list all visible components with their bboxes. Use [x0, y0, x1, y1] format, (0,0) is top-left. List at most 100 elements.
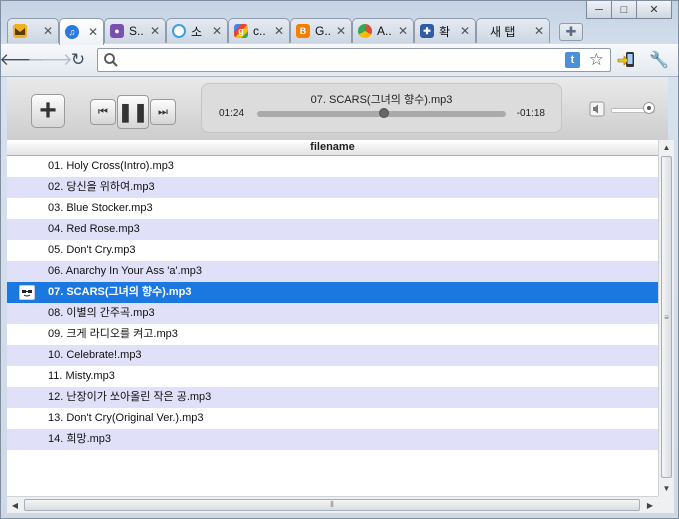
playlist-row[interactable]: 02. 당신을 위하여.mp3: [7, 177, 658, 198]
next-track-icon: ⏭: [158, 105, 168, 118]
close-tab-icon[interactable]: ✕: [43, 24, 53, 38]
filename-text: 10. Celebrate!.mp3: [48, 349, 142, 361]
player-controls: + ⏮ ❚❚ ⏭ 07. SCARS(그녀의 향수).mp3 01:24 -01…: [7, 77, 668, 141]
reload-button[interactable]: ↻: [67, 49, 89, 71]
close-tab-icon[interactable]: ✕: [150, 24, 160, 38]
playlist-row[interactable]: 07. SCARS(그녀의 향수).mp3: [7, 282, 658, 303]
tab-so[interactable]: 소 ✕: [166, 18, 228, 43]
next-button[interactable]: ⏭: [150, 99, 176, 125]
tab-strip: ✕ ♫ ✕ ● S.. ✕ 소 ✕ g c.. ✕ B G.. ✕ A.. ✕ …: [7, 18, 672, 45]
now-playing-icon: [19, 285, 35, 300]
vertical-scrollbar[interactable]: ▲ ≡ ▼: [658, 140, 674, 496]
playlist-row[interactable]: 11. Misty.mp3: [7, 366, 658, 387]
remaining-time: -01:18: [516, 108, 545, 119]
scroll-left-arrow-icon[interactable]: ◀: [7, 497, 23, 513]
horizontal-scroll-thumb[interactable]: ⦀: [24, 499, 640, 511]
seek-bar[interactable]: [257, 108, 506, 118]
seek-knob[interactable]: [378, 108, 389, 118]
pause-icon: ❚❚: [117, 101, 149, 122]
now-playing-title: 07. SCARS(그녀의 향수).mp3: [310, 94, 453, 106]
add-files-button[interactable]: +: [31, 94, 65, 128]
new-tab-button[interactable]: ✚: [559, 23, 583, 41]
forward-arrow-icon: 🡒: [27, 50, 73, 69]
t-extension-icon[interactable]: t: [565, 52, 580, 68]
close-window-button[interactable]: ✕: [636, 1, 672, 19]
address-bar[interactable]: t ☆: [97, 48, 611, 72]
filename-text: 08. 이별의 간주곡.mp3: [48, 307, 155, 319]
address-input[interactable]: [122, 52, 566, 70]
mail-bird-icon: [13, 24, 27, 38]
close-tab-icon[interactable]: ✕: [534, 24, 544, 38]
close-tab-icon[interactable]: ✕: [336, 24, 346, 38]
bookmark-star-icon[interactable]: ☆: [589, 50, 604, 70]
circle-logo-icon: [172, 24, 186, 38]
browser-window: ─ □ ✕ ✕ ♫ ✕ ● S.. ✕ 소 ✕ g c.. ✕ B G.. ✕ …: [0, 0, 679, 519]
tab-new-tab[interactable]: 새 탭 ✕: [476, 18, 550, 43]
playlist-row[interactable]: 09. 크게 라디오를 켜고.mp3: [7, 324, 658, 345]
filename-text: 05. Don't Cry.mp3: [48, 244, 136, 256]
chat-bubble-icon: ●: [110, 24, 124, 38]
tab-g[interactable]: B G.. ✕: [290, 18, 352, 43]
search-icon: [104, 53, 118, 67]
tab-mail[interactable]: ✕: [7, 18, 59, 43]
filename-text: 11. Misty.mp3: [48, 370, 115, 382]
tab-s[interactable]: ● S.. ✕: [104, 18, 166, 43]
previous-track-icon: ⏮: [98, 105, 108, 118]
playlist-rows: 01. Holy Cross(Intro).mp3 02. 당신을 위하여.mp3…: [7, 156, 658, 450]
scroll-up-arrow-icon[interactable]: ▲: [659, 140, 674, 155]
close-tab-icon[interactable]: ✕: [274, 24, 284, 38]
forward-button[interactable]: 🡒: [27, 49, 73, 71]
itunes-note-icon: ♫: [65, 25, 79, 39]
filename-text: 06. Anarchy In Your Ass 'a'.mp3: [48, 265, 203, 277]
filename-text: 03. Blue Stocker.mp3: [48, 202, 153, 214]
scroll-right-arrow-icon[interactable]: ▶: [642, 497, 658, 513]
horizontal-scrollbar[interactable]: ◀ ⦀ ▶: [7, 496, 658, 513]
close-tab-icon[interactable]: ✕: [212, 24, 222, 38]
puzzle-extension-icon: ✚: [420, 24, 434, 38]
playlist-row[interactable]: 04. Red Rose.mp3: [7, 219, 658, 240]
pause-button[interactable]: ❚❚: [117, 95, 149, 129]
playlist-row[interactable]: 06. Anarchy In Your Ass 'a'.mp3: [7, 261, 658, 282]
volume-knob[interactable]: [643, 102, 655, 114]
playlist-row[interactable]: 01. Holy Cross(Intro).mp3: [7, 156, 658, 177]
vertical-scroll-thumb[interactable]: ≡: [661, 156, 672, 478]
scroll-down-arrow-icon[interactable]: ▼: [659, 481, 674, 496]
maximize-button[interactable]: □: [611, 1, 637, 19]
close-tab-icon[interactable]: ✕: [398, 24, 408, 38]
playlist-row[interactable]: 10. Celebrate!.mp3: [7, 345, 658, 366]
tab-player[interactable]: ♫ ✕: [59, 18, 104, 45]
plus-icon: +: [39, 94, 57, 127]
filename-text: 14. 희망.mp3: [48, 433, 112, 445]
playlist-row[interactable]: 03. Blue Stocker.mp3: [7, 198, 658, 219]
playlist-row[interactable]: 08. 이별의 간주곡.mp3: [7, 303, 658, 324]
filename-text: 01. Holy Cross(Intro).mp3: [48, 160, 174, 172]
playlist-row[interactable]: 12. 난장이가 쏘아올린 작은 공.mp3: [7, 387, 658, 408]
playlist-row[interactable]: 13. Don't Cry(Original Ver.).mp3: [7, 408, 658, 429]
playlist-row[interactable]: 14. 희망.mp3: [7, 429, 658, 450]
tab-c[interactable]: g c.. ✕: [228, 18, 290, 43]
playlist-row[interactable]: 05. Don't Cry.mp3: [7, 240, 658, 261]
minimize-button[interactable]: ─: [586, 1, 612, 19]
close-tab-icon[interactable]: ✕: [460, 24, 470, 38]
tab-title: 새 탭: [490, 24, 516, 39]
speaker-icon[interactable]: [589, 101, 605, 117]
tab-title: 소: [191, 24, 203, 39]
browser-toolbar: 🡐 🡒 ↻ t ☆ 🔧: [1, 44, 678, 77]
filename-text: 12. 난장이가 쏘아올린 작은 공.mp3: [48, 391, 212, 403]
filename-text: 07. SCARS(그녀의 향수).mp3: [48, 286, 192, 298]
filename-text: 13. Don't Cry(Original Ver.).mp3: [48, 412, 204, 424]
tab-a[interactable]: A.. ✕: [352, 18, 414, 43]
window-controls: ─ □ ✕: [586, 1, 672, 19]
now-playing-panel: 07. SCARS(그녀의 향수).mp3 01:24 -01:18: [201, 83, 562, 133]
tab-extensions[interactable]: ✚ 확 ✕: [414, 18, 476, 43]
previous-button[interactable]: ⏮: [90, 99, 116, 125]
tab-title: S..: [129, 24, 144, 38]
wrench-menu-icon[interactable]: 🔧: [649, 50, 669, 70]
chrome-icon: [358, 24, 372, 38]
column-header-filename[interactable]: filename: [7, 140, 658, 156]
blogger-icon: B: [296, 24, 310, 38]
scroll-corner: [658, 496, 674, 513]
playlist: filename 01. Holy Cross(Intro).mp3 02. 당신…: [7, 140, 658, 496]
phone-extension-icon[interactable]: [617, 50, 637, 70]
close-tab-icon[interactable]: ✕: [88, 25, 98, 39]
